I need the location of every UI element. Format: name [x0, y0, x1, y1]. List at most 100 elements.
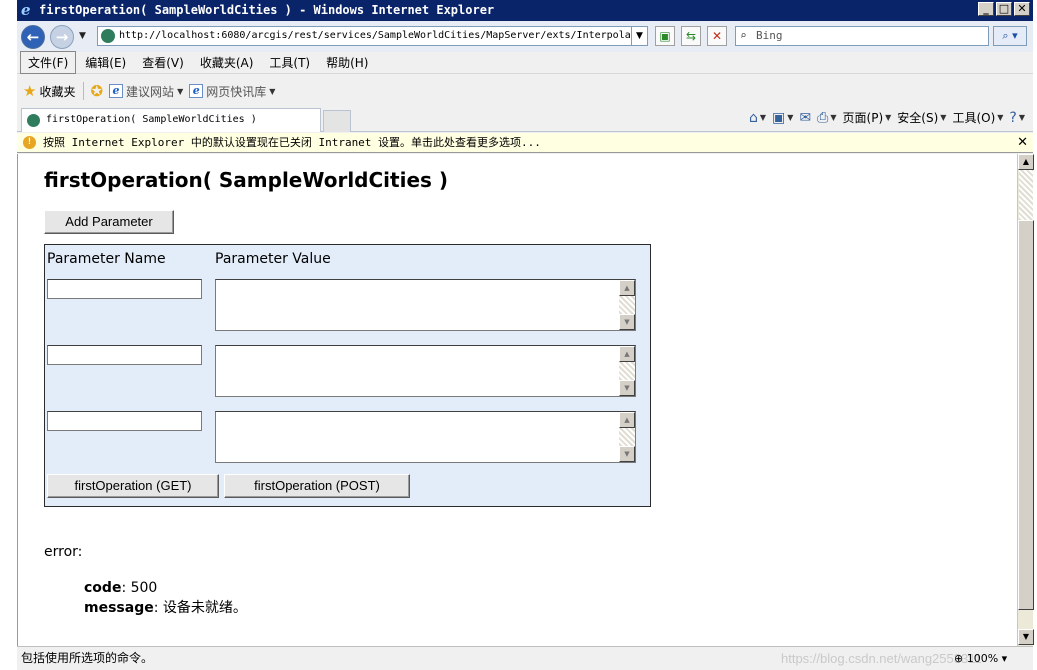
- window-left-margin: [0, 0, 17, 670]
- get-submit-button[interactable]: firstOperation (GET): [47, 474, 219, 498]
- scroll-up-icon[interactable]: ▲: [619, 280, 635, 296]
- home-button[interactable]: ⌂ ▼: [749, 110, 766, 126]
- refresh-icon[interactable]: ⇆: [681, 26, 701, 46]
- parameter-value-textarea[interactable]: ▲ ▼: [215, 279, 636, 331]
- safety-menu[interactable]: 安全(S) ▼: [897, 109, 946, 126]
- parameter-value-textarea[interactable]: ▲ ▼: [215, 411, 636, 463]
- forward-button[interactable]: →: [50, 25, 74, 49]
- command-bar: ⌂ ▼ ▣ ▼ ✉ ⎙ ▼ 页面(P) ▼ 安全(S) ▼ 工具(O) ▼ ? ▼: [749, 109, 1025, 126]
- search-go-button[interactable]: ⌕ ▾: [993, 26, 1027, 46]
- favorites-divider: [83, 82, 85, 100]
- parameter-name-input[interactable]: [47, 279, 202, 299]
- back-button[interactable]: ←: [21, 25, 45, 49]
- shield-warning-icon: !: [23, 136, 36, 149]
- scroll-down-icon[interactable]: ▼: [619, 314, 635, 330]
- add-to-favorites-icon: ✪: [90, 82, 104, 100]
- ie-page-icon: e: [109, 84, 124, 98]
- page-menu[interactable]: 页面(P) ▼: [843, 109, 892, 126]
- textarea-scrollbar[interactable]: ▲ ▼: [619, 412, 635, 462]
- suggested-sites-link[interactable]: e 建议网站 ▼: [109, 83, 183, 100]
- error-message-value: 设备未就绪。: [162, 600, 247, 616]
- scroll-down-icon[interactable]: ▼: [619, 380, 635, 396]
- page-menu-label: 页面(P): [842, 111, 884, 125]
- menu-edit[interactable]: 编辑(E): [78, 52, 133, 73]
- chevron-down-icon: ▼: [885, 113, 892, 122]
- scroll-up-icon[interactable]: ▲: [1018, 154, 1034, 170]
- scroll-down-icon[interactable]: ▼: [619, 446, 635, 462]
- address-bar[interactable]: http://localhost:6080/arcgis/rest/servic…: [97, 26, 648, 46]
- status-bar: 包括使用所选项的命令。 https://blog.csdn.net/wang25…: [17, 646, 1033, 670]
- parameter-value-textarea[interactable]: ▲ ▼: [215, 345, 636, 397]
- ie-logo-icon: e: [21, 1, 31, 19]
- address-row: ← → ▼ http://localhost:6080/arcgis/rest/…: [17, 21, 1033, 52]
- search-input[interactable]: ⌕ Bing: [735, 26, 989, 46]
- address-dropdown-icon[interactable]: ▼: [631, 27, 647, 45]
- zoom-level[interactable]: ⊕ 100% ▾: [954, 647, 1007, 670]
- error-message-key: message: [84, 600, 154, 616]
- chevron-down-icon: ▼: [787, 113, 794, 122]
- error-heading: error:: [44, 544, 83, 560]
- mail-button[interactable]: ✉: [799, 110, 811, 126]
- scroll-up-icon[interactable]: ▲: [619, 346, 635, 362]
- parameter-name-input[interactable]: [47, 345, 202, 365]
- ie-page-icon: e: [189, 84, 204, 98]
- favorites-button[interactable]: ★ 收藏夹: [23, 82, 75, 100]
- parameter-name-input[interactable]: [47, 411, 202, 431]
- search-placeholder: Bing: [756, 29, 783, 42]
- error-label: error: [44, 544, 78, 560]
- scroll-down-icon[interactable]: ▼: [1018, 629, 1034, 645]
- search-icon: ⌕: [740, 29, 747, 42]
- help-button[interactable]: ? ▼: [1009, 110, 1025, 126]
- scrollbar-thumb[interactable]: [1018, 220, 1034, 610]
- suggested-sites-label: 建议网站: [126, 84, 175, 99]
- tools-menu[interactable]: 工具(O) ▼: [952, 109, 1003, 126]
- textarea-scrollbar[interactable]: ▲ ▼: [619, 280, 635, 330]
- parameter-table: Parameter Name Parameter Value ▲ ▼ ▲ ▼ ▲ ▼ …: [44, 244, 651, 507]
- tab-row: firstOperation( SampleWorldCities ) ⌂ ▼ ▣…: [17, 107, 1033, 132]
- minimize-button[interactable]: _: [978, 2, 994, 16]
- compatibility-view-icon[interactable]: ▣: [655, 26, 675, 46]
- error-code-line: code: 500: [84, 580, 158, 596]
- feeds-button[interactable]: ▣ ▼: [772, 110, 793, 126]
- chevron-down-icon: ▼: [177, 86, 184, 96]
- rss-icon: ▣: [772, 109, 786, 126]
- status-text: 包括使用所选项的命令。: [21, 651, 154, 665]
- web-slice-gallery-link[interactable]: e 网页快讯库 ▼: [189, 83, 275, 100]
- history-dropdown-icon[interactable]: ▼: [79, 31, 86, 41]
- tab-active[interactable]: firstOperation( SampleWorldCities ): [21, 108, 321, 132]
- menu-help[interactable]: 帮助(H): [319, 52, 375, 73]
- favorites-label: 收藏夹: [39, 84, 76, 99]
- maximize-button[interactable]: □: [996, 2, 1012, 16]
- new-tab-button[interactable]: [323, 110, 351, 132]
- scroll-up-icon[interactable]: ▲: [619, 412, 635, 428]
- chevron-down-icon: ▼: [1018, 113, 1025, 122]
- textarea-scrollbar[interactable]: ▲ ▼: [619, 346, 635, 396]
- close-infobar-icon[interactable]: ✕: [1017, 133, 1028, 152]
- tab-globe-icon: [27, 114, 40, 127]
- post-submit-button[interactable]: firstOperation (POST): [224, 474, 410, 498]
- page-scrollbar[interactable]: ▲ ▼: [1017, 154, 1034, 646]
- web-slice-gallery-label: 网页快讯库: [206, 84, 267, 99]
- page-content: firstOperation( SampleWorldCities ) Add …: [17, 154, 1017, 646]
- add-favorite-button[interactable]: ✪: [90, 82, 103, 100]
- stop-icon[interactable]: ✕: [707, 26, 727, 46]
- menu-favorites[interactable]: 收藏夹(A): [193, 52, 261, 73]
- chevron-down-icon: ▼: [940, 113, 947, 122]
- information-bar[interactable]: ! 按照 Internet Explorer 中的默认设置现在已关闭 Intra…: [17, 133, 1033, 153]
- menu-tools[interactable]: 工具(T): [262, 52, 317, 73]
- help-icon: ?: [1009, 109, 1017, 126]
- close-window-button[interactable]: ✕: [1014, 2, 1030, 16]
- add-parameter-button[interactable]: Add Parameter: [44, 210, 174, 234]
- infobar-text: 按照 Internet Explorer 中的默认设置现在已关闭 Intrane…: [43, 136, 541, 149]
- scrollbar-track[interactable]: [1019, 170, 1033, 220]
- star-icon: ★: [23, 82, 37, 100]
- favorites-bar: ★ 收藏夹 ✪ e 建议网站 ▼ e 网页快讯库 ▼: [17, 79, 1033, 103]
- column-header-value: Parameter Value: [215, 251, 331, 267]
- menu-file[interactable]: 文件(F): [20, 51, 77, 74]
- menu-view[interactable]: 查看(V): [135, 52, 191, 73]
- browser-chrome: ← → ▼ http://localhost:6080/arcgis/rest/…: [17, 21, 1033, 154]
- site-globe-icon: [101, 29, 115, 43]
- column-header-name: Parameter Name: [47, 251, 166, 267]
- print-button[interactable]: ⎙ ▼: [817, 110, 836, 126]
- error-code-key: code: [84, 580, 122, 596]
